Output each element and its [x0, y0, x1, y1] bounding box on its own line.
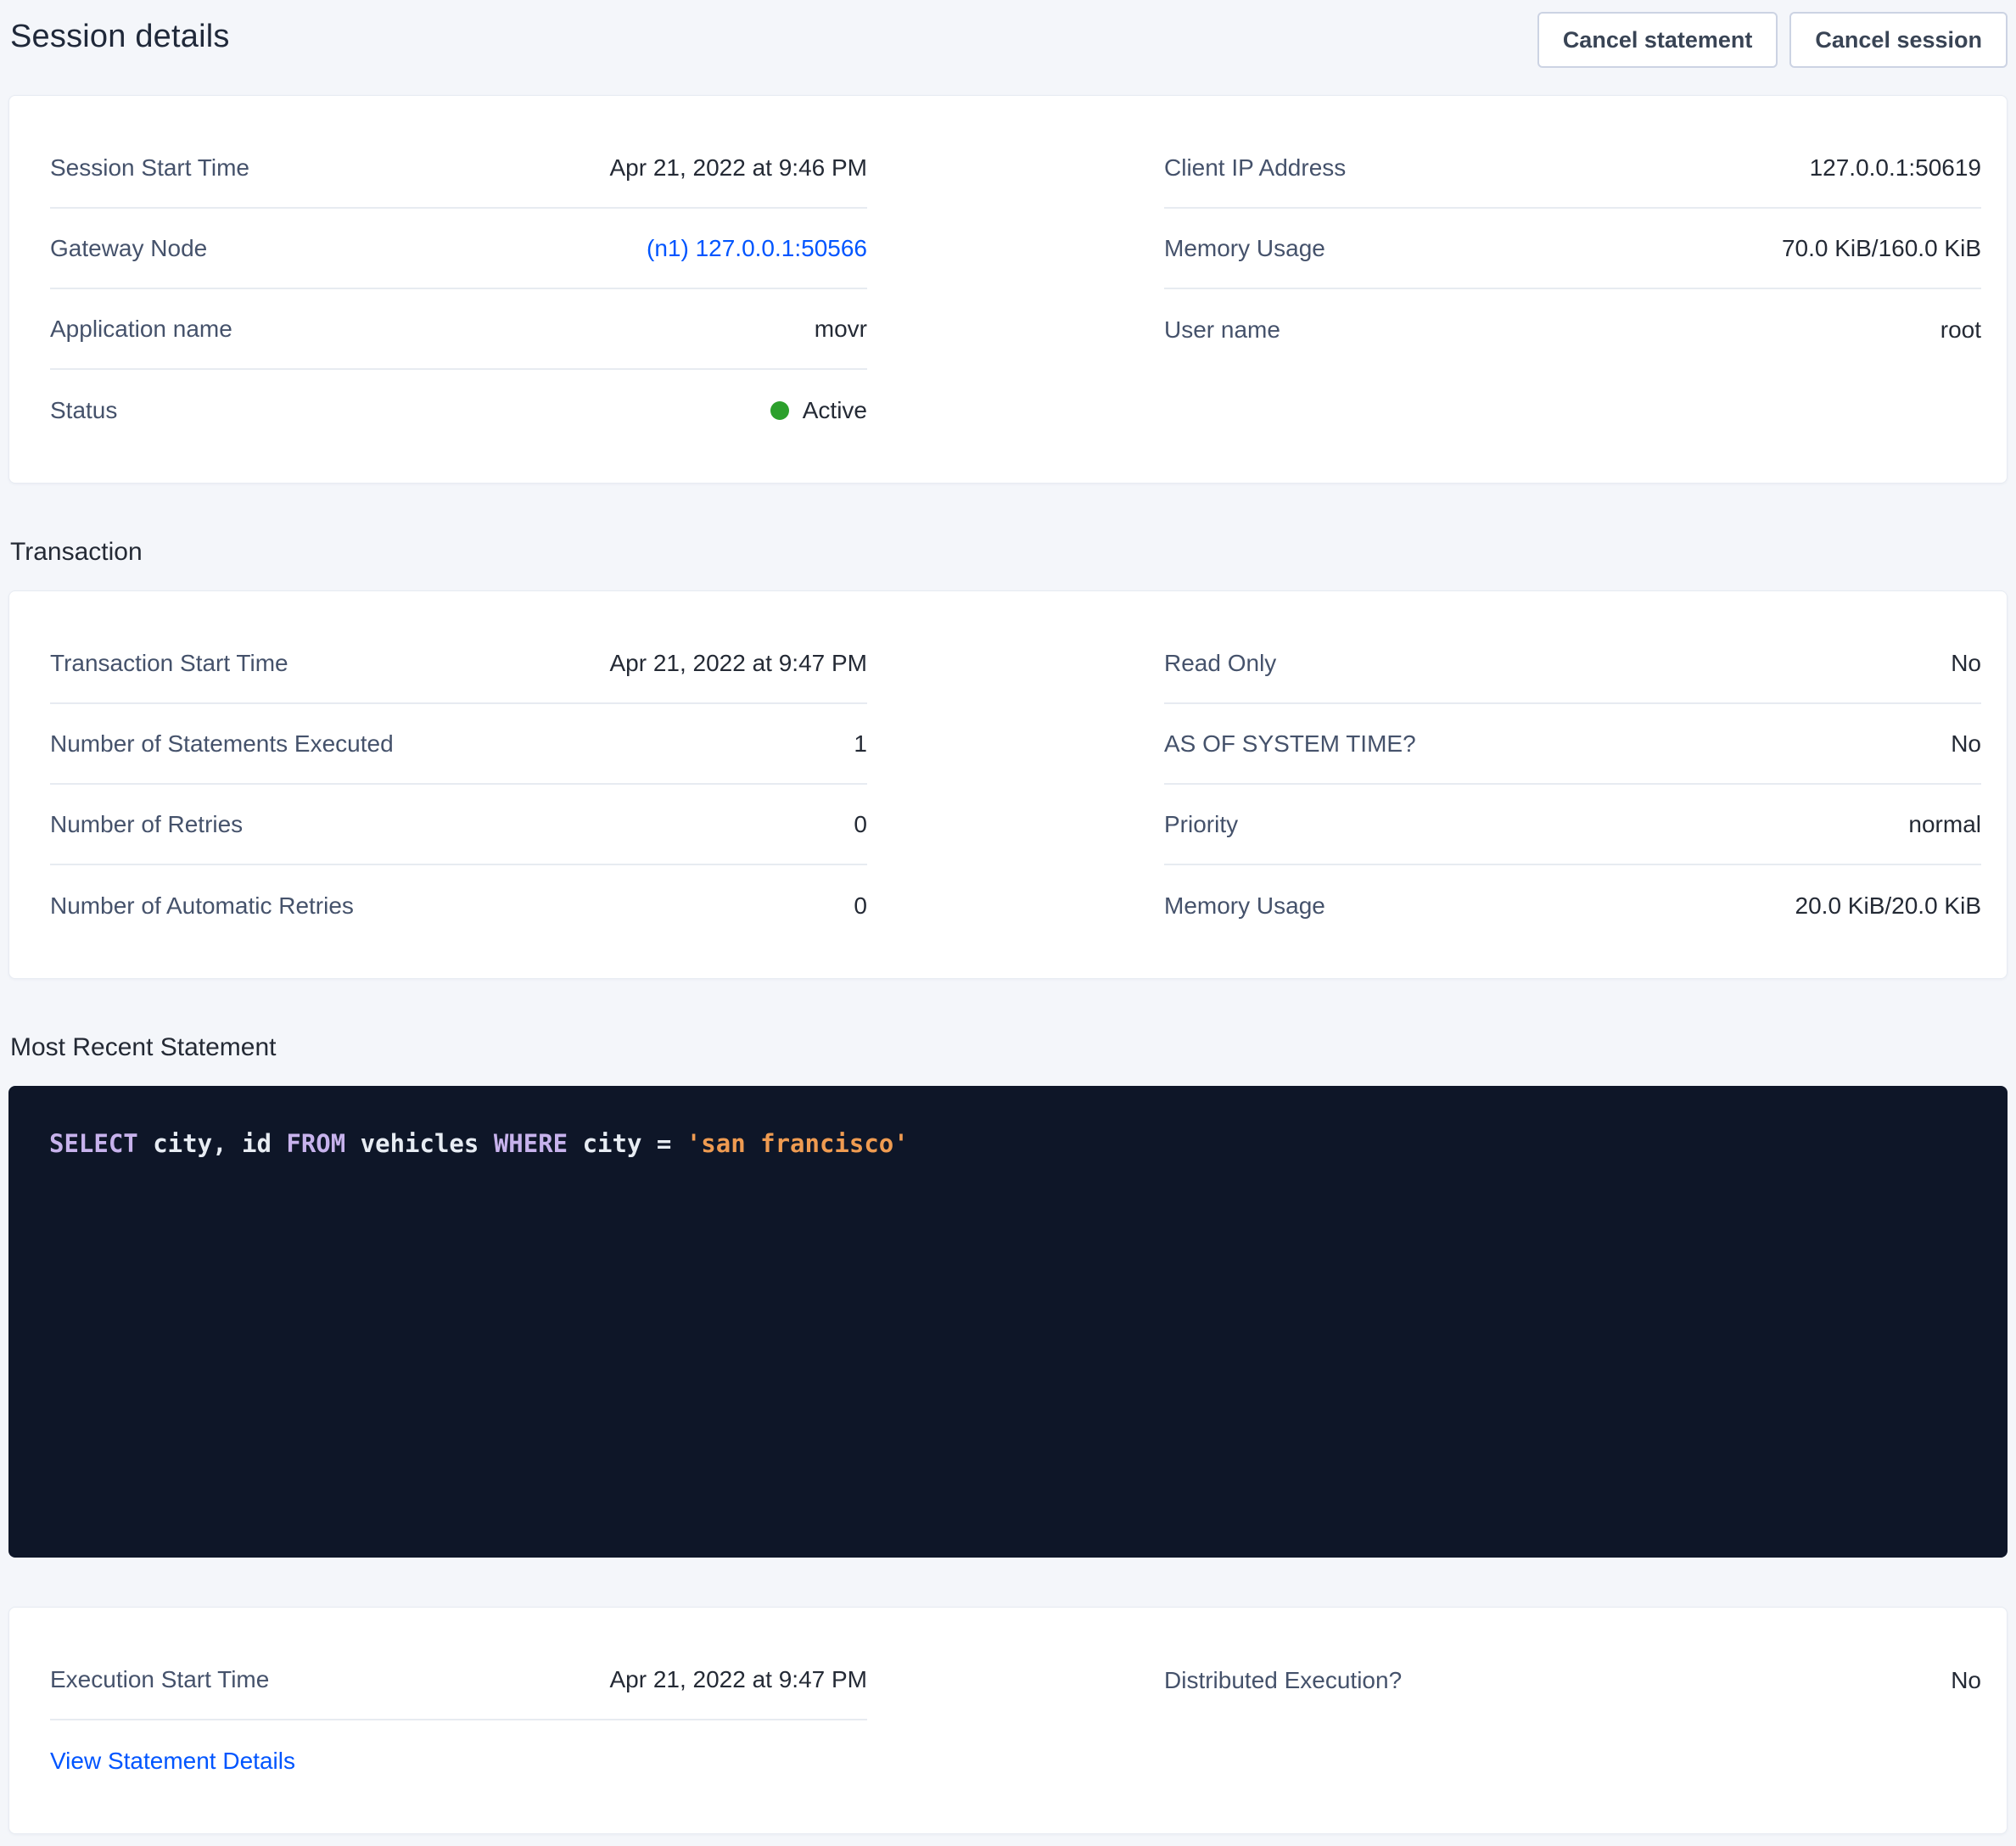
page-title: Session details: [10, 19, 230, 55]
row-value: Apr 21, 2022 at 9:47 PM: [609, 650, 867, 677]
sql-text: vehicles: [345, 1129, 494, 1158]
sql-text: city =: [568, 1129, 686, 1158]
session-card-left-column: Session Start Time Apr 21, 2022 at 9:46 …: [50, 128, 867, 450]
row-label: Distributed Execution?: [1164, 1667, 1402, 1694]
row-value: 20.0 KiB/20.0 KiB: [1795, 892, 1981, 920]
priority-row: Priority normal: [1164, 785, 1981, 865]
execution-card: Execution Start Time Apr 21, 2022 at 9:4…: [8, 1607, 2008, 1834]
row-label: Status: [50, 397, 117, 424]
row-value: 70.0 KiB/160.0 KiB: [1782, 235, 1981, 262]
row-label: Number of Automatic Retries: [50, 892, 354, 920]
view-statement-details-row: View Statement Details: [50, 1720, 867, 1801]
row-value: No: [1951, 1667, 1981, 1694]
row-label: AS OF SYSTEM TIME?: [1164, 730, 1416, 758]
execution-card-left-column: Execution Start Time Apr 21, 2022 at 9:4…: [50, 1640, 867, 1801]
row-label: Memory Usage: [1164, 892, 1325, 920]
row-label: Application name: [50, 316, 232, 343]
automatic-retries-row: Number of Automatic Retries 0: [50, 865, 867, 946]
status-row: Status Active: [50, 370, 867, 450]
read-only-row: Read Only No: [1164, 624, 1981, 704]
row-value: No: [1951, 650, 1981, 677]
transaction-section-heading: Transaction: [10, 538, 2008, 567]
statement-section-heading: Most Recent Statement: [10, 1033, 2008, 1062]
transaction-card-right-column: Read Only No AS OF SYSTEM TIME? No Prior…: [1164, 624, 1981, 946]
sql-string-literal: 'san francisco': [686, 1129, 909, 1158]
session-memory-usage-row: Memory Usage 70.0 KiB/160.0 KiB: [1164, 209, 1981, 289]
session-details-page: Session details Cancel statement Cancel …: [0, 0, 2016, 1846]
page-header: Session details Cancel statement Cancel …: [8, 12, 2008, 68]
row-label: User name: [1164, 316, 1280, 344]
row-label: Execution Start Time: [50, 1666, 269, 1693]
row-label: Number of Retries: [50, 811, 243, 838]
sql-statement-line: SELECT city, id FROM vehicles WHERE city…: [49, 1127, 1967, 1161]
retries-row: Number of Retries 0: [50, 785, 867, 865]
row-value: Apr 21, 2022 at 9:46 PM: [609, 154, 867, 182]
row-label: Transaction Start Time: [50, 650, 288, 677]
sql-keyword: WHERE: [494, 1129, 568, 1158]
sql-keyword: SELECT: [49, 1129, 138, 1158]
application-name-row: Application name movr: [50, 289, 867, 370]
row-value: 1: [854, 730, 867, 758]
header-actions: Cancel statement Cancel session: [1537, 12, 2008, 68]
session-summary-card: Session Start Time Apr 21, 2022 at 9:46 …: [8, 95, 2008, 484]
row-label: Client IP Address: [1164, 154, 1346, 182]
row-value: root: [1940, 316, 1981, 344]
statements-executed-row: Number of Statements Executed 1: [50, 704, 867, 785]
row-label: Priority: [1164, 811, 1238, 838]
status-badge: Active: [770, 397, 867, 424]
user-name-row: User name root: [1164, 289, 1981, 370]
row-label: Session Start Time: [50, 154, 249, 182]
cancel-statement-button[interactable]: Cancel statement: [1537, 12, 1778, 68]
status-value: Active: [803, 397, 867, 424]
row-label: Number of Statements Executed: [50, 730, 394, 758]
sql-text: city, id: [138, 1129, 287, 1158]
row-value: 127.0.0.1:50619: [1810, 154, 1981, 182]
as-of-system-time-row: AS OF SYSTEM TIME? No: [1164, 704, 1981, 785]
row-value: movr: [815, 316, 867, 343]
session-start-time-row: Session Start Time Apr 21, 2022 at 9:46 …: [50, 128, 867, 209]
active-status-dot-icon: [770, 401, 789, 420]
view-statement-details-link[interactable]: View Statement Details: [50, 1748, 295, 1775]
sql-keyword: FROM: [286, 1129, 345, 1158]
gateway-node-row: Gateway Node (n1) 127.0.0.1:50566: [50, 209, 867, 289]
transaction-start-time-row: Transaction Start Time Apr 21, 2022 at 9…: [50, 624, 867, 704]
cancel-session-button[interactable]: Cancel session: [1789, 12, 2008, 68]
row-value: 0: [854, 892, 867, 920]
client-ip-row: Client IP Address 127.0.0.1:50619: [1164, 128, 1981, 209]
row-value: normal: [1908, 811, 1981, 838]
row-label: Read Only: [1164, 650, 1276, 677]
transaction-memory-usage-row: Memory Usage 20.0 KiB/20.0 KiB: [1164, 865, 1981, 946]
session-card-right-column: Client IP Address 127.0.0.1:50619 Memory…: [1164, 128, 1981, 370]
row-label: Gateway Node: [50, 235, 207, 262]
execution-start-time-row: Execution Start Time Apr 21, 2022 at 9:4…: [50, 1640, 867, 1720]
transaction-card-left-column: Transaction Start Time Apr 21, 2022 at 9…: [50, 624, 867, 946]
execution-card-right-column: Distributed Execution? No: [1164, 1640, 1981, 1720]
distributed-execution-row: Distributed Execution? No: [1164, 1640, 1981, 1720]
sql-statement-box: SELECT city, id FROM vehicles WHERE city…: [8, 1086, 2008, 1558]
gateway-node-link[interactable]: (n1) 127.0.0.1:50566: [647, 235, 867, 262]
row-value: Apr 21, 2022 at 9:47 PM: [609, 1666, 867, 1693]
row-value: 0: [854, 811, 867, 838]
row-value: No: [1951, 730, 1981, 758]
transaction-card: Transaction Start Time Apr 21, 2022 at 9…: [8, 590, 2008, 979]
row-label: Memory Usage: [1164, 235, 1325, 262]
